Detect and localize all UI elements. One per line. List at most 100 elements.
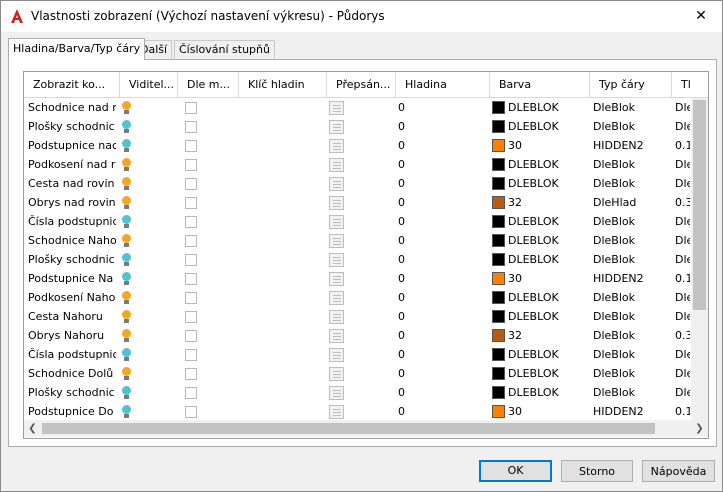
override-icon[interactable] <box>329 177 344 191</box>
linetype-value[interactable]: DleBlok <box>593 155 671 174</box>
override-icon[interactable] <box>329 310 344 324</box>
layer-value[interactable]: 0 <box>398 231 438 250</box>
ok-button[interactable]: OK <box>479 460 552 482</box>
table-row[interactable]: Obrys Nahoru 0 32 DleBlok 0.3 <box>24 326 690 345</box>
table-row[interactable]: Plošky schodnic 0 DLEBLOK DleBlok Dle <box>24 117 690 136</box>
lightbulb-icon[interactable] <box>122 272 131 281</box>
color-value[interactable]: DLEBLOK <box>508 231 588 250</box>
lightbulb-icon[interactable] <box>122 348 131 357</box>
override-icon[interactable] <box>329 291 344 305</box>
linetype-value[interactable]: DleHlad <box>593 193 671 212</box>
lineweight-value[interactable]: Dle <box>675 117 690 136</box>
color-value[interactable]: DLEBLOK <box>508 117 588 136</box>
table-row[interactable]: Podkosení nad r 0 DLEBLOK DleBlok Dle <box>24 155 690 174</box>
override-icon[interactable] <box>329 367 344 381</box>
color-value[interactable]: 32 <box>508 193 588 212</box>
layer-value[interactable]: 0 <box>398 288 438 307</box>
lightbulb-icon[interactable] <box>122 158 131 167</box>
table-row[interactable]: Podstupnice nac 0 30 HIDDEN2 0.1 <box>24 136 690 155</box>
linetype-value[interactable]: DleBlok <box>593 307 671 326</box>
lineweight-value[interactable]: Dle <box>675 212 690 231</box>
by-material-checkbox[interactable] <box>185 292 197 304</box>
table-row[interactable]: Schodnice nad r 0 DLEBLOK DleBlok Dle <box>24 98 690 117</box>
color-value[interactable]: DLEBLOK <box>508 250 588 269</box>
lightbulb-icon[interactable] <box>122 139 131 148</box>
table-row[interactable]: Cesta Nahoru 0 DLEBLOK DleBlok Dle <box>24 307 690 326</box>
lightbulb-icon[interactable] <box>122 120 131 129</box>
lightbulb-icon[interactable] <box>122 310 131 319</box>
layer-value[interactable]: 0 <box>398 136 438 155</box>
linetype-value[interactable]: HIDDEN2 <box>593 269 671 288</box>
linetype-value[interactable]: DleBlok <box>593 326 671 345</box>
by-material-checkbox[interactable] <box>185 349 197 361</box>
color-value[interactable]: 32 <box>508 326 588 345</box>
lightbulb-icon[interactable] <box>122 386 131 395</box>
lightbulb-icon[interactable] <box>122 253 131 262</box>
table-row[interactable]: Čísla podstupnic 0 DLEBLOK DleBlok Dle <box>24 212 690 231</box>
lineweight-value[interactable]: 0.3 <box>675 193 690 212</box>
table-row[interactable]: Podstupnice Na 0 30 HIDDEN2 0.1 <box>24 269 690 288</box>
table-row[interactable]: Čísla podstupnic 0 DLEBLOK DleBlok Dle <box>24 345 690 364</box>
lineweight-value[interactable]: Dle <box>675 250 690 269</box>
help-button[interactable]: Nápověda <box>642 460 715 482</box>
layer-value[interactable]: 0 <box>398 117 438 136</box>
override-icon[interactable] <box>329 386 344 400</box>
col-header-component[interactable]: Zobrazit ko... <box>24 72 120 97</box>
override-icon[interactable] <box>329 348 344 362</box>
table-row[interactable]: Schodnice Naho 0 DLEBLOK DleBlok Dle <box>24 231 690 250</box>
layer-value[interactable]: 0 <box>398 383 438 402</box>
lineweight-value[interactable]: 0.1 <box>675 269 690 288</box>
color-value[interactable]: DLEBLOK <box>508 288 588 307</box>
table-row[interactable]: Cesta nad rovin 0 DLEBLOK DleBlok Dle <box>24 174 690 193</box>
color-value[interactable]: 30 <box>508 402 588 421</box>
layer-value[interactable]: 0 <box>398 98 438 117</box>
scroll-right-icon[interactable]: ❯ <box>691 420 708 437</box>
lightbulb-icon[interactable] <box>122 291 131 300</box>
col-header-lineweight[interactable]: Tl <box>672 72 708 97</box>
override-icon[interactable] <box>329 101 344 115</box>
linetype-value[interactable]: DleBlok <box>593 98 671 117</box>
lightbulb-icon[interactable] <box>122 405 131 414</box>
override-icon[interactable] <box>329 196 344 210</box>
linetype-value[interactable]: DleBlok <box>593 117 671 136</box>
layer-value[interactable]: 0 <box>398 212 438 231</box>
table-row[interactable]: Podkosení Naho 0 DLEBLOK DleBlok Dle <box>24 288 690 307</box>
cancel-button[interactable]: Storno <box>561 460 633 482</box>
lineweight-value[interactable]: 0.1 <box>675 402 690 421</box>
tab-layer-color-linetype[interactable]: Hladina/Barva/Typ čáry <box>8 38 146 60</box>
linetype-value[interactable]: DleBlok <box>593 174 671 193</box>
table-row[interactable]: Schodnice Dolů 0 DLEBLOK DleBlok Dle <box>24 364 690 383</box>
by-material-checkbox[interactable] <box>185 197 197 209</box>
table-row[interactable]: Plošky schodnic 0 DLEBLOK DleBlok Dle <box>24 250 690 269</box>
by-material-checkbox[interactable] <box>185 273 197 285</box>
layer-value[interactable]: 0 <box>398 364 438 383</box>
linetype-value[interactable]: DleBlok <box>593 288 671 307</box>
override-icon[interactable] <box>329 158 344 172</box>
by-material-checkbox[interactable] <box>185 178 197 190</box>
by-material-checkbox[interactable] <box>185 102 197 114</box>
color-value[interactable]: 30 <box>508 269 588 288</box>
lightbulb-icon[interactable] <box>122 101 131 110</box>
lineweight-value[interactable]: Dle <box>675 345 690 364</box>
col-header-color[interactable]: Barva <box>490 72 590 97</box>
lightbulb-icon[interactable] <box>122 196 131 205</box>
override-icon[interactable] <box>329 215 344 229</box>
table-row[interactable]: Plošky schodnic 0 DLEBLOK DleBlok Dle <box>24 383 690 402</box>
col-header-visible[interactable]: Viditel... <box>120 72 178 97</box>
by-material-checkbox[interactable] <box>185 387 197 399</box>
color-value[interactable]: DLEBLOK <box>508 383 588 402</box>
layer-value[interactable]: 0 <box>398 155 438 174</box>
by-material-checkbox[interactable] <box>185 235 197 247</box>
override-icon[interactable] <box>329 139 344 153</box>
color-value[interactable]: DLEBLOK <box>508 155 588 174</box>
lineweight-value[interactable]: Dle <box>675 364 690 383</box>
color-value[interactable]: DLEBLOK <box>508 364 588 383</box>
lineweight-value[interactable]: Dle <box>675 288 690 307</box>
by-material-checkbox[interactable] <box>185 159 197 171</box>
layer-value[interactable]: 0 <box>398 307 438 326</box>
col-header-linetype[interactable]: Typ čáry <box>590 72 672 97</box>
layer-value[interactable]: 0 <box>398 174 438 193</box>
col-header-overrides[interactable]: Přepsán... <box>327 72 396 97</box>
layer-value[interactable]: 0 <box>398 326 438 345</box>
layer-value[interactable]: 0 <box>398 402 438 421</box>
